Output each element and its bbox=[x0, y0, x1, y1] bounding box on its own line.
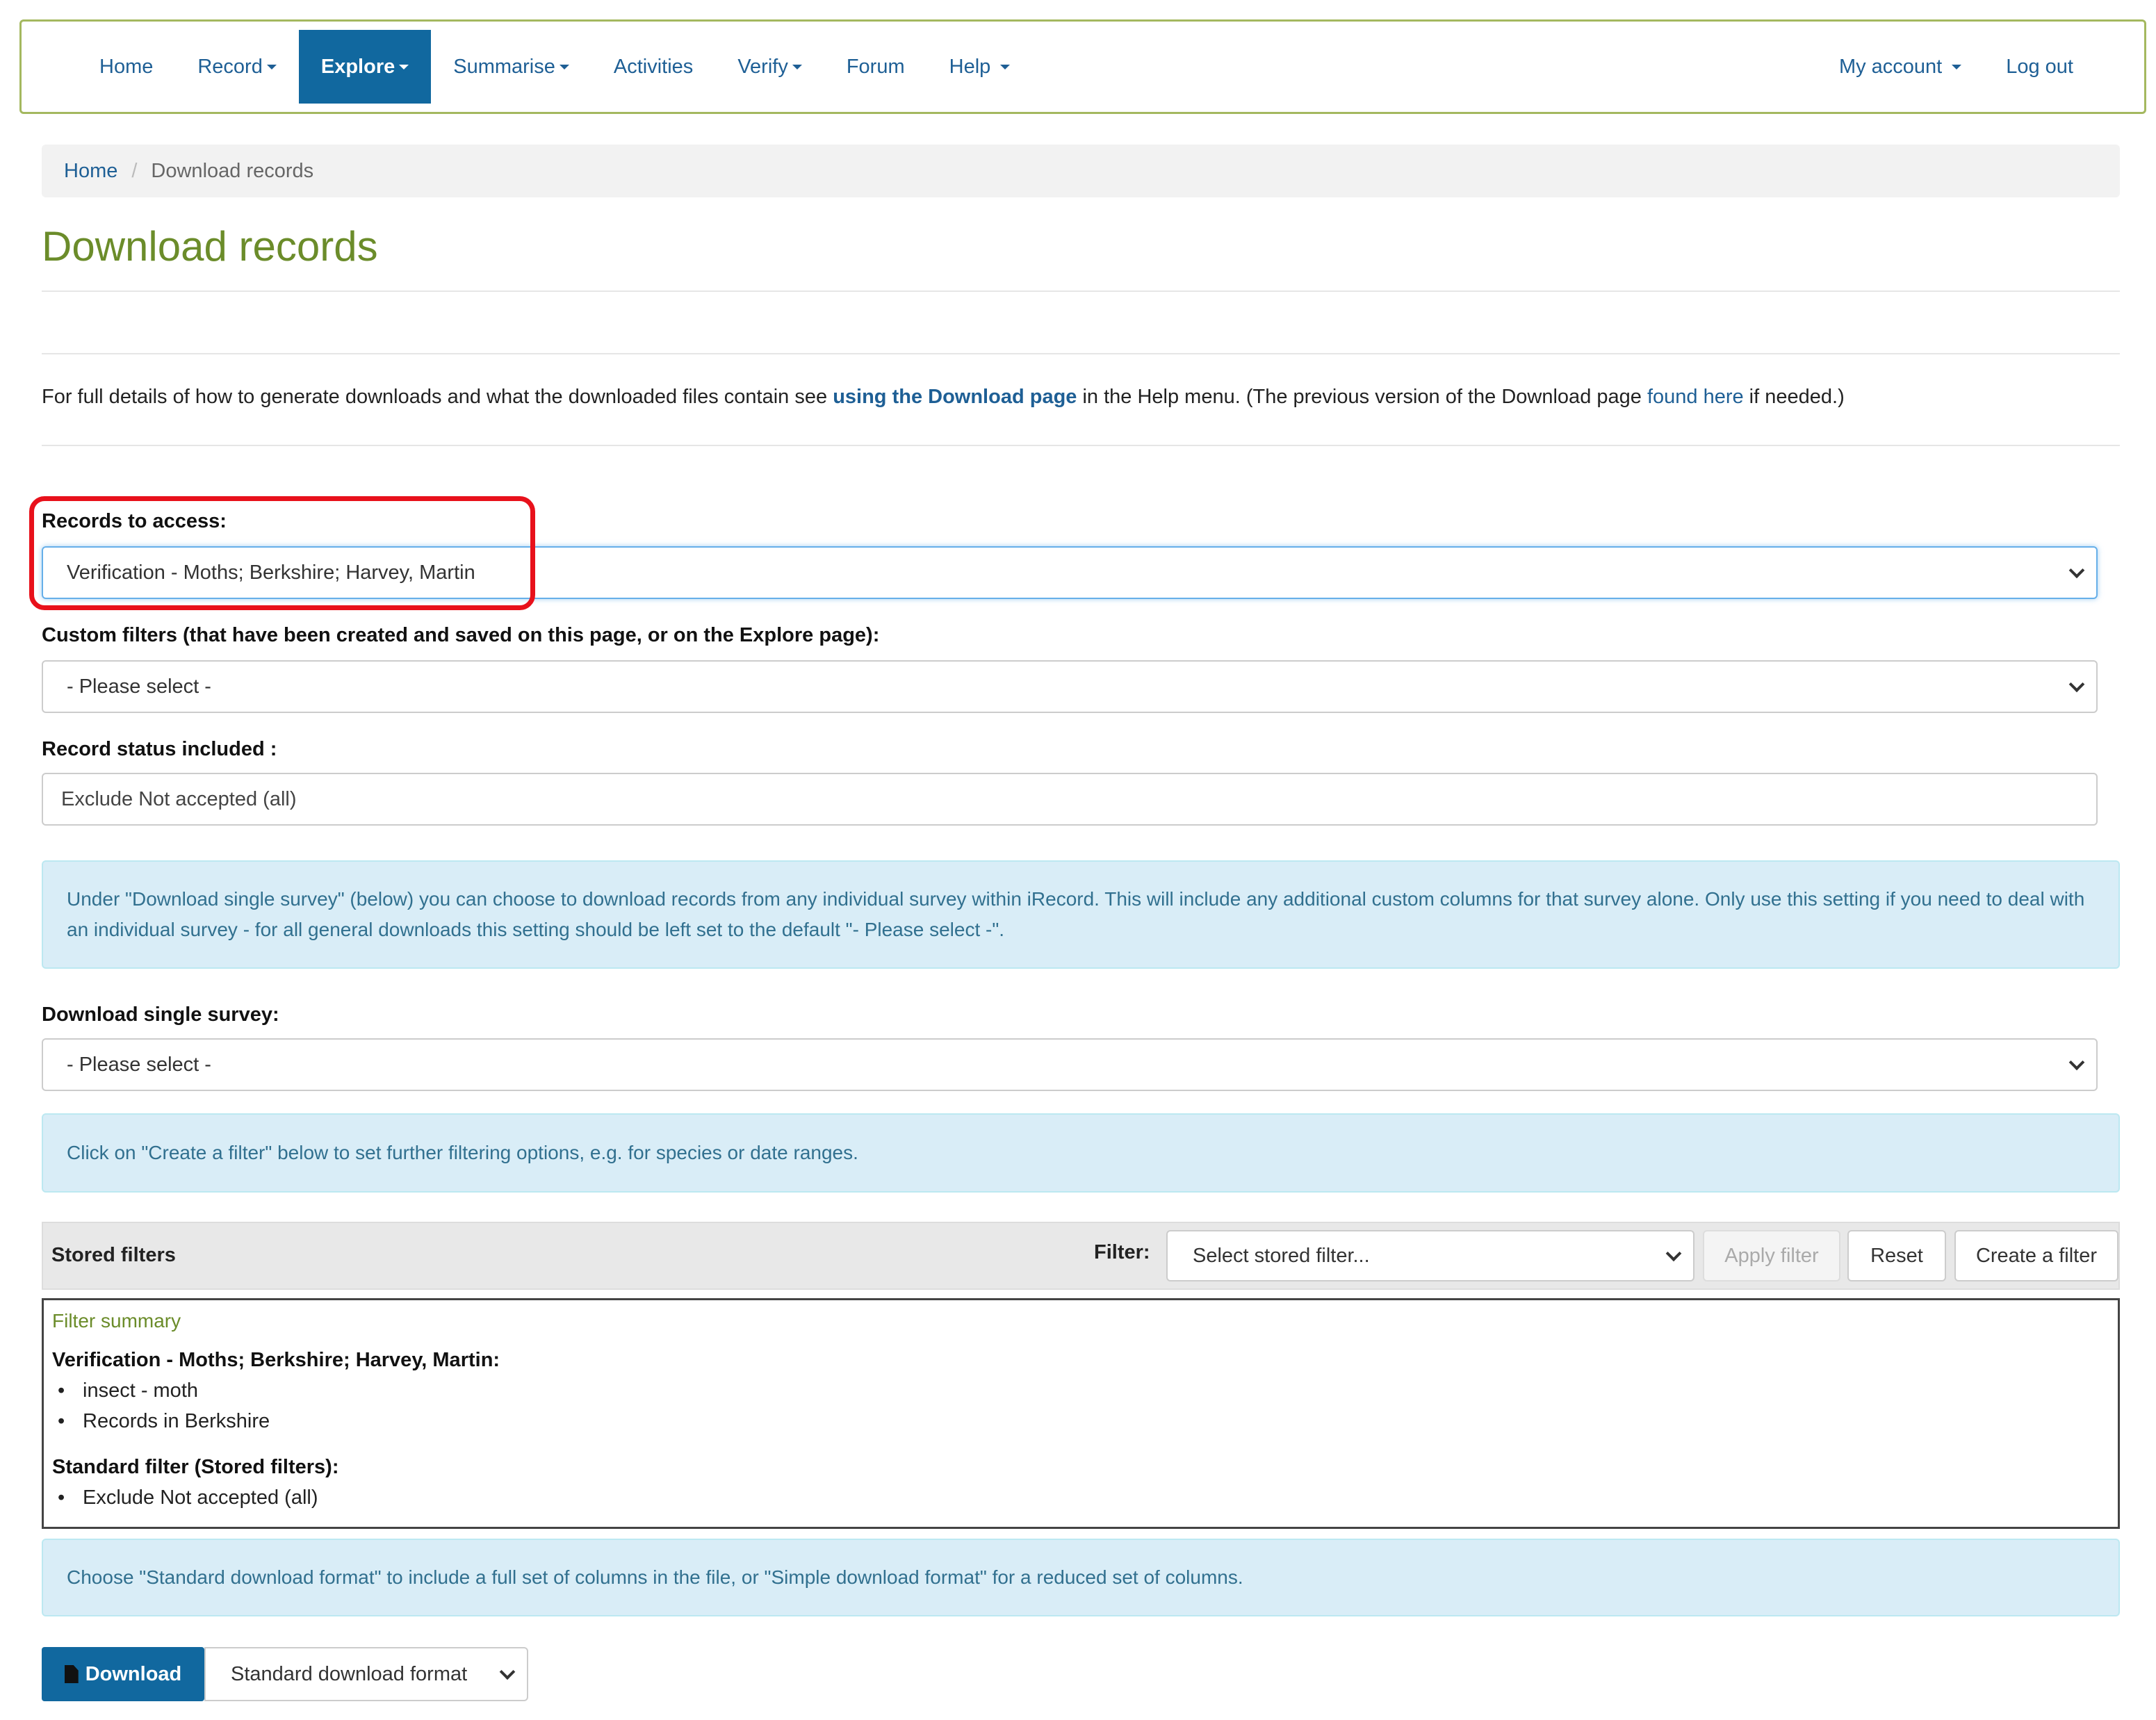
nav-right: My account Log out bbox=[1817, 30, 2096, 104]
filter-summary-panel: Filter summary Verification - Moths; Ber… bbox=[42, 1298, 2120, 1529]
nav-summarise[interactable]: Summarise bbox=[431, 30, 591, 104]
chevron-down-icon bbox=[2068, 1054, 2085, 1071]
nav-log-out-label: Log out bbox=[2006, 55, 2073, 78]
divider bbox=[42, 353, 2120, 354]
caret-down-icon bbox=[559, 64, 569, 69]
format-info-alert: Choose "Standard download format" to inc… bbox=[42, 1539, 2120, 1616]
download-single-survey-label: Download single survey: bbox=[42, 1004, 279, 1026]
stored-filters-toolbar: Stored filters Filter: Select stored fil… bbox=[42, 1222, 2120, 1290]
download-single-survey-value: - Please select - bbox=[67, 1053, 211, 1076]
nav-activities-label: Activities bbox=[613, 55, 694, 78]
list-item: insect - moth bbox=[58, 1379, 198, 1402]
intro-text: For full details of how to generate down… bbox=[42, 386, 1845, 409]
nav-left: Home Record Explore Summarise Activities… bbox=[77, 30, 1032, 104]
nav-explore[interactable]: Explore bbox=[298, 30, 432, 104]
download-format-select[interactable]: Standard download format bbox=[204, 1647, 528, 1701]
reset-button[interactable]: Reset bbox=[1847, 1230, 1946, 1281]
nav-help[interactable]: Help bbox=[927, 30, 1033, 104]
breadcrumb-home-link[interactable]: Home bbox=[64, 160, 117, 183]
caret-down-icon bbox=[266, 64, 277, 69]
nav-explore-label: Explore bbox=[320, 55, 395, 78]
custom-filters-value: - Please select - bbox=[67, 675, 211, 698]
breadcrumb: Home / Download records bbox=[42, 145, 2120, 197]
main-navbar: Home Record Explore Summarise Activities… bbox=[19, 19, 2146, 114]
chevron-down-icon bbox=[2068, 562, 2085, 579]
create-filter-button[interactable]: Create a filter bbox=[1954, 1230, 2118, 1281]
list-item: Exclude Not accepted (all) bbox=[58, 1486, 318, 1509]
nav-summarise-label: Summarise bbox=[453, 55, 555, 78]
caret-down-icon bbox=[792, 64, 802, 69]
survey-info-text: Under "Download single survey" (below) y… bbox=[67, 888, 2085, 940]
nav-my-account-label: My account bbox=[1838, 55, 1943, 78]
nav-activities[interactable]: Activities bbox=[591, 30, 715, 104]
record-status-label: Record status included : bbox=[42, 738, 277, 760]
filter-info-alert: Click on "Create a filter" below to set … bbox=[42, 1113, 2120, 1193]
breadcrumb-current: Download records bbox=[151, 159, 314, 182]
highlight-annotation bbox=[29, 496, 535, 610]
filter-summary-group: Verification - Moths; Berkshire; Harvey,… bbox=[52, 1349, 500, 1371]
found-here-link[interactable]: found here bbox=[1647, 386, 1744, 408]
nav-record[interactable]: Record bbox=[175, 30, 299, 104]
nav-my-account[interactable]: My account bbox=[1817, 30, 1984, 104]
filter-summary-group: Standard filter (Stored filters): bbox=[52, 1456, 339, 1478]
nav-forum[interactable]: Forum bbox=[824, 30, 927, 104]
chevron-down-icon bbox=[1665, 1245, 1682, 1262]
nav-log-out[interactable]: Log out bbox=[1984, 30, 2096, 104]
nav-record-label: Record bbox=[197, 55, 263, 78]
intro-text-part: in the Help menu. (The previous version … bbox=[1077, 386, 1647, 408]
nav-home-label: Home bbox=[99, 55, 154, 78]
chevron-down-icon bbox=[2068, 676, 2085, 693]
nav-forum-label: Forum bbox=[846, 55, 905, 78]
stored-filters-title: Stored filters bbox=[51, 1244, 176, 1266]
stored-filter-select-value: Select stored filter... bbox=[1193, 1244, 1370, 1267]
divider bbox=[42, 445, 2120, 446]
download-format-value: Standard download format bbox=[231, 1662, 468, 1685]
stored-filter-label: Filter: bbox=[1094, 1241, 1150, 1263]
survey-info-alert: Under "Download single survey" (below) y… bbox=[42, 860, 2120, 969]
nav-help-label: Help bbox=[949, 55, 991, 78]
intro-text-part: if needed.) bbox=[1743, 386, 1845, 408]
nav-verify-label: Verify bbox=[737, 55, 788, 78]
nav-verify[interactable]: Verify bbox=[715, 30, 824, 104]
caret-down-icon bbox=[399, 64, 409, 69]
file-download-icon bbox=[64, 1665, 79, 1683]
download-button[interactable]: Download bbox=[42, 1647, 204, 1701]
custom-filters-select[interactable]: - Please select - bbox=[42, 660, 2098, 713]
apply-filter-button[interactable]: Apply filter bbox=[1703, 1230, 1840, 1281]
format-info-text: Choose "Standard download format" to inc… bbox=[67, 1566, 1243, 1588]
nav-home[interactable]: Home bbox=[77, 30, 175, 104]
filter-info-text: Click on "Create a filter" below to set … bbox=[67, 1142, 858, 1163]
download-single-survey-select[interactable]: - Please select - bbox=[42, 1038, 2098, 1091]
record-status-value: Exclude Not accepted (all) bbox=[61, 787, 297, 810]
stored-filter-select[interactable]: Select stored filter... bbox=[1166, 1230, 1694, 1281]
divider bbox=[42, 290, 2120, 292]
custom-filters-label: Custom filters (that have been created a… bbox=[42, 624, 880, 646]
breadcrumb-separator: / bbox=[131, 159, 138, 182]
caret-down-icon bbox=[1000, 64, 1011, 69]
list-item: Records in Berkshire bbox=[58, 1410, 270, 1433]
download-button-label: Download bbox=[85, 1662, 182, 1685]
filter-summary-heading: Filter summary bbox=[52, 1310, 181, 1332]
intro-text-part: For full details of how to generate down… bbox=[42, 386, 833, 408]
record-status-input[interactable]: Exclude Not accepted (all) bbox=[42, 773, 2098, 826]
caret-down-icon bbox=[1952, 64, 1962, 69]
using-download-page-link[interactable]: using the Download page bbox=[833, 386, 1077, 408]
page-title: Download records bbox=[42, 223, 378, 270]
chevron-down-icon bbox=[499, 1664, 516, 1680]
